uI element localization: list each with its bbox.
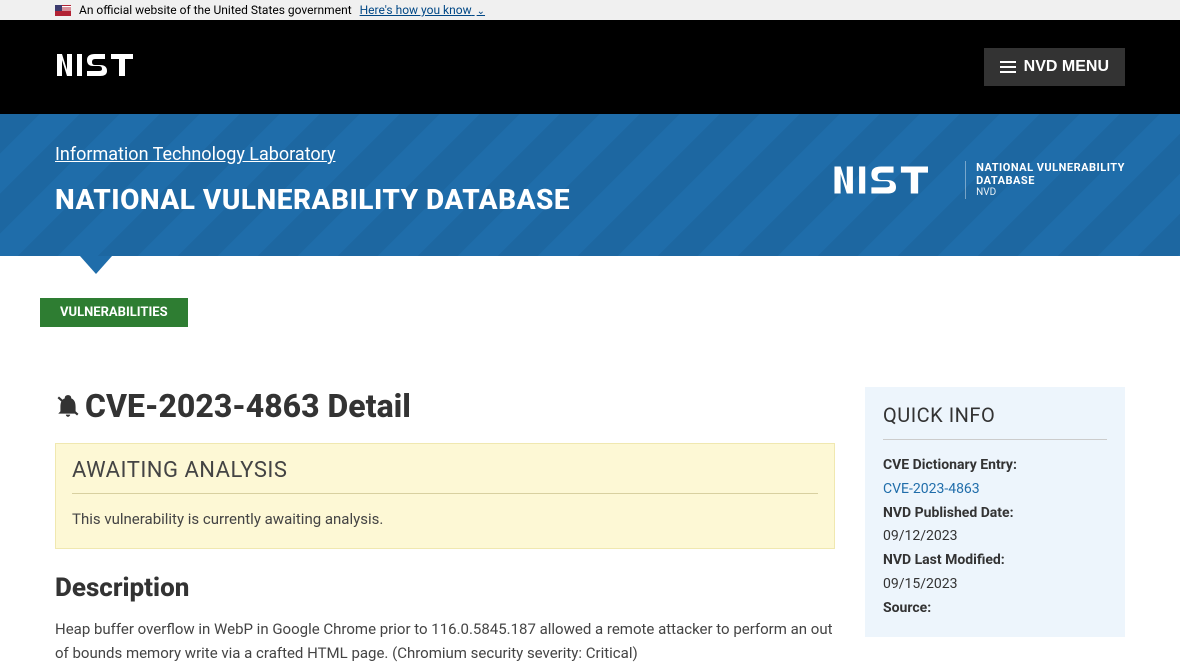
itl-link[interactable]: Information Technology Laboratory xyxy=(55,144,335,165)
nist-logo[interactable] xyxy=(55,48,155,86)
description-body: Heap buffer overflow in WebP in Google C… xyxy=(55,617,835,665)
quick-info-heading: QUICK INFO xyxy=(883,403,1107,440)
section-tag: VULNERABILITIES xyxy=(40,298,188,327)
nvd-menu-button[interactable]: NVD MENU xyxy=(984,48,1125,86)
page-title: CVE-2023-4863 Detail xyxy=(55,387,835,425)
modified-label: NVD Last Modified: xyxy=(883,552,1005,568)
source-label: Source: xyxy=(883,600,931,616)
nist-header: NVD MENU xyxy=(0,20,1180,114)
gov-banner: An official website of the United States… xyxy=(0,0,1180,20)
nvd-title: NATIONAL VULNERABILITY DATABASE xyxy=(55,183,570,216)
us-flag-icon xyxy=(55,5,71,16)
published-label: NVD Published Date: xyxy=(883,505,1014,521)
quick-info-box: QUICK INFO CVE Dictionary Entry: CVE-202… xyxy=(865,387,1125,637)
nvd-brand: NATIONAL VULNERABILITY DATABASE NVD xyxy=(832,161,1125,199)
hamburger-icon xyxy=(1000,58,1016,76)
cve-entry-link[interactable]: CVE-2023-4863 xyxy=(883,481,980,497)
status-body: This vulnerability is currently awaiting… xyxy=(72,510,818,528)
chevron-down-icon: ⌄ xyxy=(477,6,485,17)
nvd-banner: Information Technology Laboratory NATION… xyxy=(0,114,1180,256)
status-box: AWAITING ANALYSIS This vulnerability is … xyxy=(55,443,835,549)
gov-how-you-know-link[interactable]: Here's how you know ⌄ xyxy=(360,3,485,17)
modified-value: 09/15/2023 xyxy=(883,573,1107,597)
gov-banner-text: An official website of the United States… xyxy=(79,3,352,17)
entry-label: CVE Dictionary Entry: xyxy=(883,457,1017,473)
description-heading: Description xyxy=(55,573,835,603)
status-title: AWAITING ANALYSIS xyxy=(72,458,818,494)
banner-notch-icon xyxy=(80,256,112,274)
published-value: 09/12/2023 xyxy=(883,525,1107,549)
bell-icon xyxy=(55,393,81,419)
